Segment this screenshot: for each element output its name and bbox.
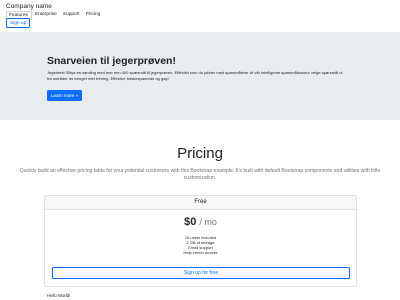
nav-link-pricing[interactable]: Pricing (83, 11, 104, 20)
pricing-lead: Quickly build an effective pricing table… (19, 168, 381, 181)
learn-more-button[interactable]: Learn more » (47, 90, 83, 101)
price-amount: $0 (184, 216, 197, 228)
card-header: Free (45, 196, 356, 210)
footer-text: Hello World! (47, 293, 71, 298)
brand-name[interactable]: Company name (6, 3, 52, 10)
nav-link-enterprise[interactable]: Enterprise (32, 11, 60, 20)
sign-up-button[interactable]: Sign up (6, 18, 31, 28)
nav-link-support[interactable]: Support (60, 11, 83, 20)
pricing-title: Pricing (177, 145, 223, 162)
jumbotron: Snarveien til jegerprøven! Jegerbest Sli… (0, 32, 400, 120)
feature-item: Help center access (183, 250, 218, 255)
price-period: / mo (199, 217, 217, 227)
price: $0 / mo (45, 216, 356, 228)
site-header: Company name Features Enterprise Support… (0, 0, 400, 32)
pricing-card-free: Free $0 / mo 10 users included 2 GB of s… (44, 195, 357, 287)
jumbotron-title: Snarveien til jegerprøven! (47, 55, 176, 67)
feature-list: 10 users included 2 GB of storage Email … (45, 235, 356, 255)
jumbotron-text: Jegerbest Slitya en samling med mer enn … (47, 70, 343, 81)
sign-up-free-button[interactable]: Sign up for free (52, 267, 350, 279)
